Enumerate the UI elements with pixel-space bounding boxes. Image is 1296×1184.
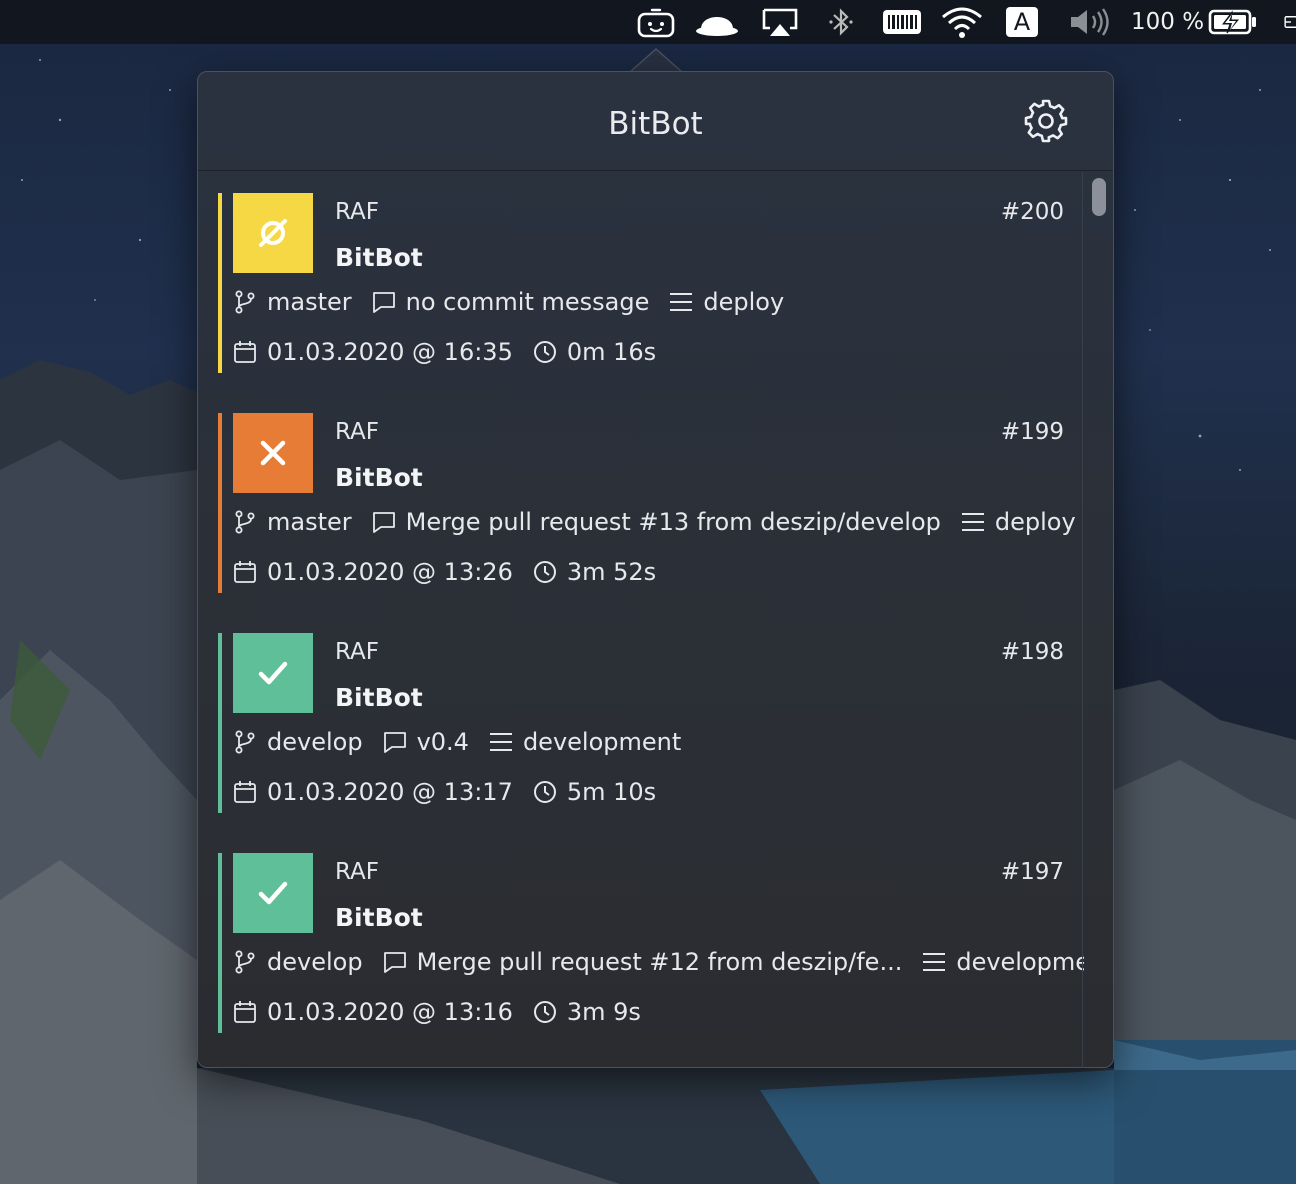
workflow-name: deploy [994, 508, 1076, 536]
build-time-row: 01.03.2020 @ 16:35 0m 16s [233, 338, 656, 366]
menu-bar: A 100 % [0, 0, 1296, 44]
repo-name: BitBot [335, 463, 423, 492]
branch-icon [233, 510, 257, 534]
popover-header: BitBot [198, 72, 1113, 171]
battery-percent[interactable]: 100 % [1131, 6, 1204, 38]
build-item[interactable]: RAF BitBot #198 develop v0.4 development… [218, 633, 1068, 813]
build-duration: 3m 9s [566, 998, 641, 1026]
checkmark-icon [258, 661, 288, 685]
repo-owner: RAF [335, 859, 380, 885]
branch-name: master [267, 288, 352, 316]
branch-icon [233, 730, 257, 754]
clock-icon [533, 1000, 557, 1024]
build-number: #199 [1000, 419, 1064, 445]
build-status-badge [233, 193, 313, 273]
branch-icon [233, 950, 257, 974]
comment-icon [383, 730, 407, 754]
commit-message: Merge pull request #12 from deszip/fe... [416, 948, 903, 976]
calendar-icon [233, 340, 257, 364]
control-center-icon[interactable] [1284, 4, 1296, 40]
build-item[interactable]: RAF BitBot #199 master Merge pull reques… [218, 413, 1076, 593]
gear-icon [1024, 99, 1068, 143]
popover-title: BitBot [608, 106, 703, 142]
build-date: 01.03.2020 @ 13:17 [267, 778, 513, 806]
scrollbar-thumb[interactable] [1092, 178, 1106, 216]
build-status-badge [233, 853, 313, 933]
build-status-badge [233, 413, 313, 493]
workflow-name: deploy [703, 288, 785, 316]
build-date: 01.03.2020 @ 13:26 [267, 558, 513, 586]
branch-name: develop [267, 728, 363, 756]
repo-owner: RAF [335, 419, 380, 445]
commit-message: Merge pull request #13 from deszip/devel… [405, 508, 941, 536]
branch-name: develop [267, 948, 363, 976]
branch-icon [233, 290, 257, 314]
comment-icon [383, 950, 407, 974]
builds-list[interactable]: RAF BitBot #200 master no commit message… [198, 172, 1084, 1068]
bluetooth-icon[interactable] [826, 4, 856, 40]
branch-name: master [267, 508, 352, 536]
dome-app-icon[interactable] [694, 4, 740, 40]
workflow-icon [669, 290, 693, 314]
bitbot-popover: BitBot RAF BitBot #200 master no commit … [197, 71, 1114, 1068]
build-duration: 3m 52s [566, 558, 657, 586]
build-date: 01.03.2020 @ 13:16 [267, 998, 513, 1026]
clock-icon [533, 340, 557, 364]
list-scrollbar[interactable] [1082, 172, 1113, 1068]
comment-icon [372, 510, 396, 534]
volume-icon[interactable] [1068, 4, 1112, 40]
workflow-icon [489, 730, 513, 754]
commit-message: no commit message [405, 288, 650, 316]
checkmark-icon [258, 881, 288, 905]
build-details-row: develop v0.4 development [233, 728, 681, 756]
build-duration: 5m 10s [566, 778, 657, 806]
repo-owner: RAF [335, 199, 380, 225]
build-details-row: master no commit message deploy [233, 288, 784, 316]
settings-button[interactable] [1023, 98, 1069, 144]
wifi-icon[interactable] [940, 4, 984, 40]
build-details-row: develop Merge pull request #12 from desz… [233, 948, 1084, 976]
build-status-accent [218, 633, 222, 813]
battery-charging-icon[interactable] [1208, 4, 1258, 40]
repo-name: BitBot [335, 683, 423, 712]
memory-monitor-icon[interactable] [882, 4, 922, 40]
build-time-row: 01.03.2020 @ 13:16 3m 9s [233, 998, 641, 1026]
build-number: #200 [1000, 199, 1064, 225]
build-date: 01.03.2020 @ 16:35 [267, 338, 513, 366]
build-number: #198 [1000, 639, 1064, 665]
build-details-row: master Merge pull request #13 from deszi… [233, 508, 1076, 536]
x-icon [260, 440, 286, 466]
build-status-accent [218, 413, 222, 593]
build-status-badge [233, 633, 313, 713]
popover-arrow-fill [631, 50, 681, 72]
calendar-icon [233, 560, 257, 584]
build-status-accent [218, 853, 222, 1033]
build-time-row: 01.03.2020 @ 13:26 3m 52s [233, 558, 656, 586]
prohibited-icon [259, 219, 287, 247]
repo-owner: RAF [335, 639, 380, 665]
build-item[interactable]: RAF BitBot #197 develop Merge pull reque… [218, 853, 1084, 1033]
input-source-indicator[interactable]: A [1005, 4, 1039, 40]
input-source-label: A [1006, 7, 1038, 37]
repo-name: BitBot [335, 243, 423, 272]
workflow-name: development [522, 728, 682, 756]
build-number: #197 [1000, 859, 1064, 885]
bitbot-menu-icon[interactable] [634, 4, 678, 40]
build-item[interactable]: RAF BitBot #200 master no commit message… [218, 193, 1068, 373]
calendar-icon [233, 1000, 257, 1024]
build-duration: 0m 16s [566, 338, 657, 366]
workflow-icon [961, 510, 985, 534]
calendar-icon [233, 780, 257, 804]
build-time-row: 01.03.2020 @ 13:17 5m 10s [233, 778, 656, 806]
commit-message: v0.4 [416, 728, 469, 756]
comment-icon [372, 290, 396, 314]
clock-icon [533, 780, 557, 804]
workflow-icon [922, 950, 946, 974]
repo-name: BitBot [335, 903, 423, 932]
airplay-icon[interactable] [759, 4, 801, 40]
clock-icon [533, 560, 557, 584]
workflow-name: development [956, 948, 1084, 976]
build-status-accent [218, 193, 222, 373]
